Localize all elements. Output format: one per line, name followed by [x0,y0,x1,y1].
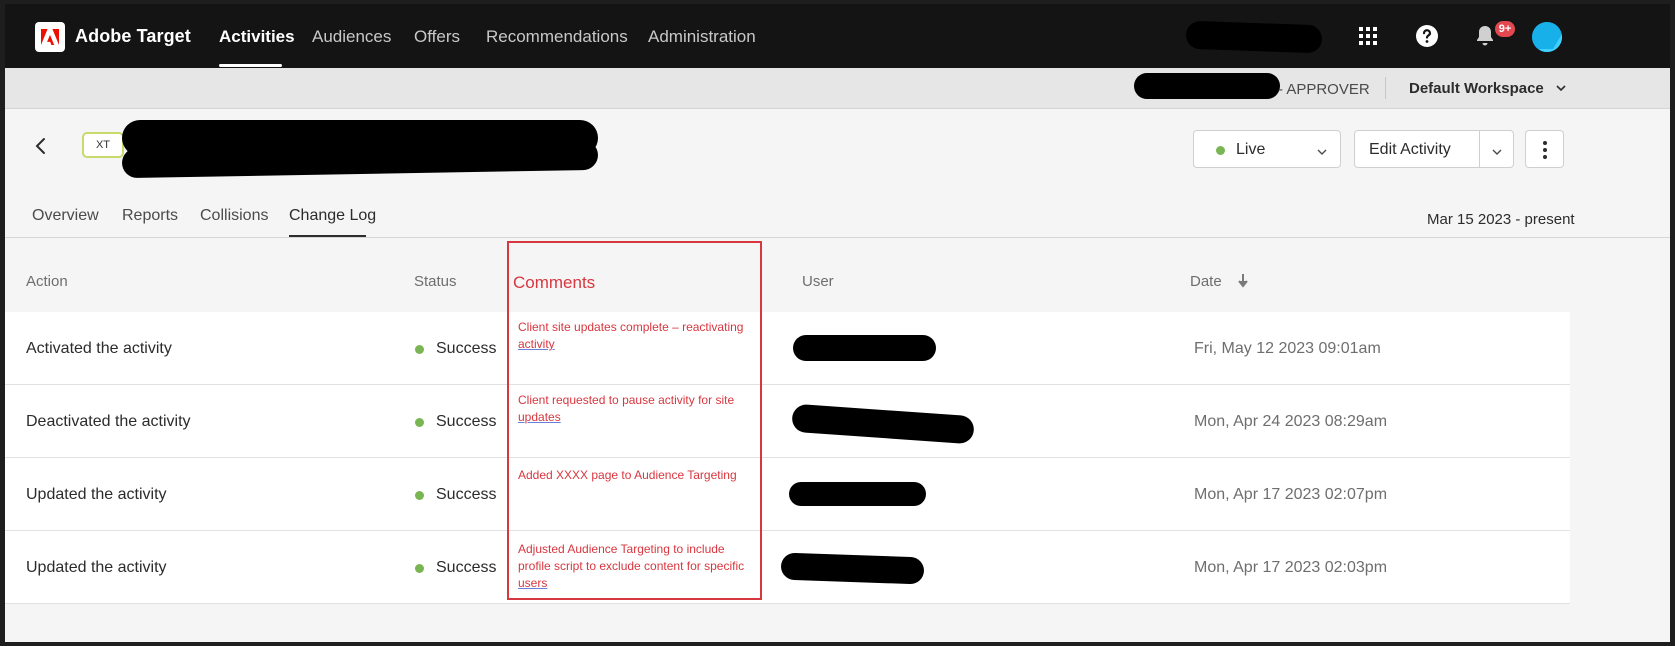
row-date: Mon, Apr 17 2023 02:03pm [1194,559,1388,576]
redacted-user [789,482,926,506]
comment-line: updates [518,410,561,424]
edit-activity-split-button: Edit Activity [1354,130,1514,168]
app-frame: Adobe Target Activities Audiences Offers… [5,4,1670,642]
workspace-bar: - APPROVER Default Workspace [5,68,1670,109]
more-vertical-icon [1543,141,1547,159]
nav-administration[interactable]: Administration [648,27,756,47]
live-status-dot [1216,146,1225,155]
row-date: Mon, Apr 24 2023 08:29am [1194,413,1388,430]
status-label: Live [1236,141,1266,158]
row-status: Success [436,340,497,357]
workspace-divider [1385,77,1386,99]
column-header-date[interactable]: Date [1190,273,1222,290]
row-status: Success [436,486,497,503]
comment-line: Added XXXX page to Audience Targeting [518,468,737,482]
comment-line: Client requested to pause activity for s… [518,393,735,407]
apps-grid-icon[interactable] [1356,24,1380,48]
table-row[interactable]: Activated the activity Success Client si… [5,312,1570,385]
edit-activity-button[interactable]: Edit Activity [1369,141,1451,159]
sort-descending-icon[interactable] [1237,273,1249,294]
row-action: Activated the activity [26,340,172,357]
redacted-org-name [1185,20,1323,54]
comment-line: profile script to exclude content for sp… [518,559,745,573]
user-avatar[interactable] [1532,22,1562,52]
chevron-down-icon[interactable] [1555,81,1567,99]
comment-line: users [518,576,548,590]
row-comment: Client site updates complete – reactivat… [518,319,753,353]
comment-line: Adjusted Audience Targeting to include [518,542,725,556]
table-row[interactable]: Deactivated the activity Success Client … [5,385,1570,458]
success-status-dot [415,564,424,573]
product-name: Adobe Target [75,26,191,46]
row-date: Mon, Apr 17 2023 02:07pm [1194,486,1388,503]
notifications-badge: 9+ [1495,21,1515,37]
tab-overview[interactable]: Overview [32,207,99,225]
row-status: Success [436,413,497,430]
more-actions-button[interactable] [1525,130,1564,168]
activity-type-tag: XT [82,132,124,158]
success-status-dot [415,418,424,427]
avatar-icon [1532,22,1562,52]
success-status-dot [415,491,424,500]
nav-activities[interactable]: Activities [219,27,295,47]
redacted-user [793,335,936,361]
comment-line: Client site updates complete – reactivat… [518,320,744,334]
back-icon[interactable] [33,136,49,161]
nav-offers[interactable]: Offers [414,27,460,47]
column-header-action[interactable]: Action [26,273,68,290]
success-status-dot [415,345,424,354]
top-navigation-bar: Adobe Target Activities Audiences Offers… [5,4,1670,68]
redacted-user [780,552,925,585]
workspace-selector[interactable]: Default Workspace [1409,80,1544,97]
notifications-bell-icon[interactable] [1473,24,1497,48]
table-header [5,238,1570,312]
tab-reports[interactable]: Reports [122,207,178,225]
row-comment: Adjusted Audience Targeting to include p… [518,541,753,592]
row-action: Deactivated the activity [26,413,191,430]
column-header-status[interactable]: Status [414,273,457,290]
row-action: Updated the activity [26,559,167,576]
table-row[interactable]: Updated the activity Success Adjusted Au… [5,531,1570,604]
column-header-user[interactable]: User [802,273,834,290]
row-date: Fri, May 12 2023 09:01am [1194,340,1381,357]
nav-recommendations[interactable]: Recommendations [486,27,628,47]
right-gutter [1570,238,1670,642]
tab-change-log[interactable]: Change Log [289,207,376,225]
help-icon[interactable] [1415,24,1439,48]
nav-audiences[interactable]: Audiences [312,27,391,47]
chevron-down-icon[interactable] [1491,145,1503,163]
redacted-user-name [1134,73,1280,99]
row-status: Success [436,559,497,576]
adobe-logo[interactable] [35,22,65,52]
active-nav-indicator [219,64,282,67]
table-row[interactable]: Updated the activity Success Added XXXX … [5,458,1570,531]
tab-collisions[interactable]: Collisions [200,207,268,225]
redacted-user [791,403,975,445]
row-comment: Client requested to pause activity for s… [518,392,753,426]
comment-line: activity [518,337,555,351]
row-action: Updated the activity [26,486,167,503]
column-header-comments: Comments [513,273,596,292]
adobe-logo-icon [41,29,59,45]
date-range-selector[interactable]: Mar 15 2023 - present [1427,211,1575,228]
user-role: - APPROVER [1278,81,1370,98]
activity-status-dropdown[interactable]: Live [1193,130,1341,168]
split-divider [1479,131,1480,167]
chevron-down-icon [1316,145,1328,163]
row-comment: Added XXXX page to Audience Targeting [518,467,753,484]
